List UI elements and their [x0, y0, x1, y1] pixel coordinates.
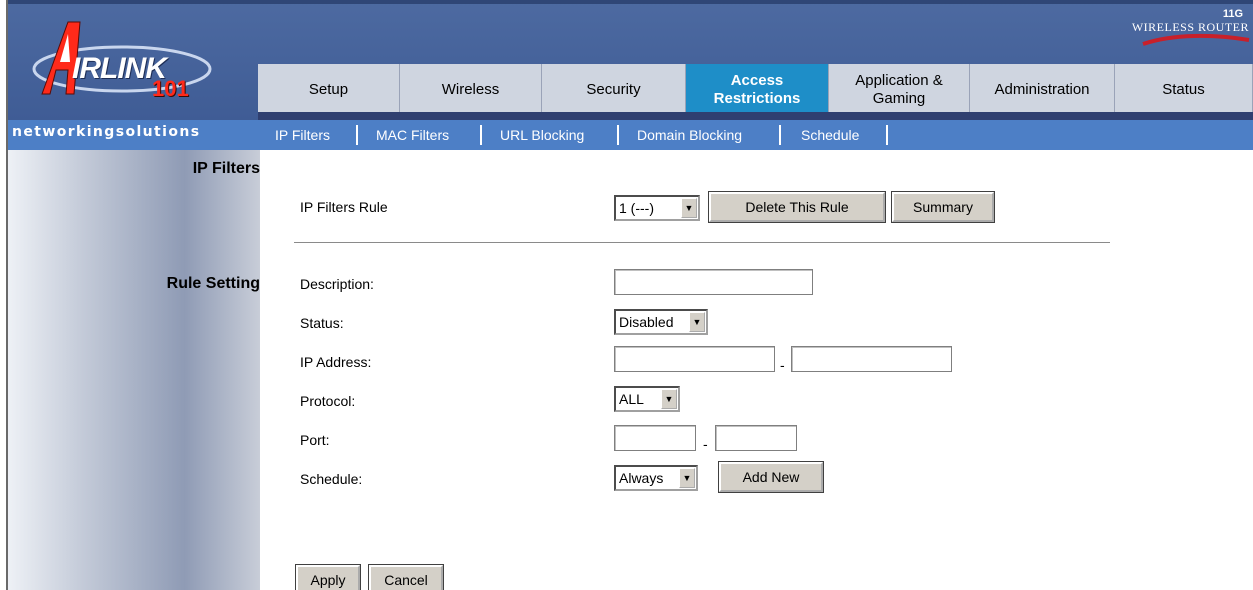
cancel-button[interactable]: Cancel [368, 564, 444, 590]
chevron-down-icon: ▼ [661, 389, 677, 409]
status-select[interactable]: Disabled ▼ [614, 309, 708, 335]
main-tabs: Setup Wireless Security Access Restricti… [258, 64, 1253, 116]
ip-range-separator: - [780, 357, 785, 373]
description-label: Description: [300, 276, 374, 292]
subnav-url-blocking[interactable]: URL Blocking [500, 127, 584, 143]
tab-application-gaming[interactable]: Application & Gaming [829, 64, 970, 116]
add-new-schedule-button[interactable]: Add New [718, 461, 824, 493]
badge-11g: 11G [1222, 8, 1243, 20]
section-rule-setting: Rule Setting [166, 275, 260, 292]
tab-wireless[interactable]: Wireless [400, 64, 542, 116]
left-column: IP Filters Rule Setting [8, 150, 260, 590]
port-label: Port: [300, 432, 330, 448]
description-field[interactable] [614, 269, 813, 295]
tab-administration[interactable]: Administration [970, 64, 1115, 116]
subnav-separator [617, 125, 619, 145]
schedule-label: Schedule: [300, 471, 363, 487]
port-end-field[interactable] [715, 425, 797, 451]
logo-number: 101 [152, 76, 189, 101]
apply-button[interactable]: Apply [295, 564, 361, 590]
protocol-label: Protocol: [300, 393, 356, 409]
delete-rule-button[interactable]: Delete This Rule [708, 191, 886, 223]
ip-end-field[interactable] [791, 346, 952, 372]
chevron-down-icon: ▼ [689, 312, 705, 332]
header-topline [8, 0, 1253, 4]
chevron-down-icon: ▼ [679, 468, 695, 488]
tab-underline [258, 112, 1253, 120]
section-ip-filters: IP Filters [192, 160, 260, 177]
tagline: networkingsolutions [12, 124, 201, 140]
ip-address-label: IP Address: [300, 354, 372, 370]
rule-select-value: 1 (---) [619, 200, 654, 216]
protocol-select[interactable]: ALL ▼ [614, 386, 680, 412]
subnav-separator [480, 125, 482, 145]
tab-security[interactable]: Security [542, 64, 686, 116]
rule-select[interactable]: 1 (---) ▼ [614, 195, 700, 221]
chevron-down-icon: ▼ [681, 198, 697, 218]
subnav-separator [356, 125, 358, 145]
badge-wireless-router: WIRELESS ROUTER [1131, 20, 1249, 34]
schedule-select-value: Always [619, 470, 664, 486]
subnav-schedule[interactable]: Schedule [801, 127, 859, 143]
subnav-separator [886, 125, 888, 145]
tab-status[interactable]: Status [1115, 64, 1253, 116]
subnav-mac-filters[interactable]: MAC Filters [376, 127, 449, 143]
ip-filters-rule-label: IP Filters Rule [300, 199, 388, 215]
subnav-separator [779, 125, 781, 145]
window-left-edge [0, 0, 8, 590]
subnav-ip-filters[interactable]: IP Filters [275, 127, 330, 143]
divider [294, 242, 1110, 244]
subnav-domain-blocking[interactable]: Domain Blocking [637, 127, 742, 143]
summary-button[interactable]: Summary [891, 191, 995, 223]
schedule-select[interactable]: Always ▼ [614, 465, 698, 491]
port-start-field[interactable] [614, 425, 696, 451]
tab-setup[interactable]: Setup [258, 64, 400, 116]
status-select-value: Disabled [619, 314, 674, 330]
ip-start-field[interactable] [614, 346, 775, 372]
protocol-select-value: ALL [619, 391, 644, 407]
tab-access-restrictions[interactable]: Access Restrictions [686, 64, 829, 116]
status-label: Status: [300, 315, 344, 331]
port-range-separator: - [703, 436, 708, 452]
